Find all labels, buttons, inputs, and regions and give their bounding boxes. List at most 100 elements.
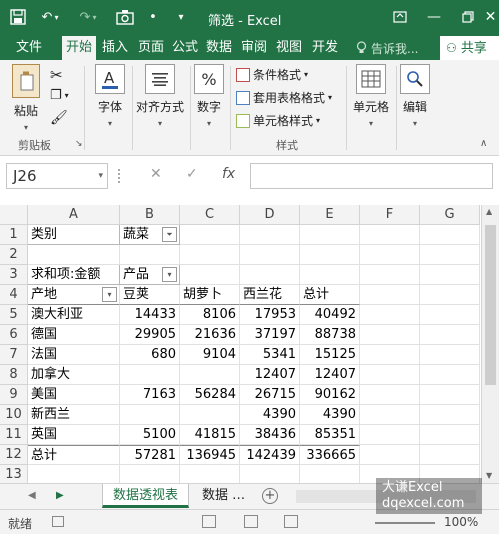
pivot-grand-total-value[interactable]: 57281: [120, 445, 180, 465]
pivot-value[interactable]: 26715: [240, 385, 300, 405]
row-header[interactable]: 11: [0, 425, 28, 445]
report-filter-value[interactable]: 蔬菜 ⏷: [120, 225, 180, 245]
row-header[interactable]: 6: [0, 325, 28, 345]
grid-cell[interactable]: [420, 385, 480, 405]
touch-mode-dot[interactable]: •: [146, 7, 160, 27]
row-header[interactable]: 3: [0, 265, 28, 285]
tab-review[interactable]: 审阅: [238, 36, 270, 60]
grid-cell[interactable]: [420, 405, 480, 425]
formula-bar-grip[interactable]: [118, 169, 120, 183]
pivot-grand-total-value[interactable]: 136945: [180, 445, 240, 465]
column-filter-dropdown-icon[interactable]: ▾: [162, 267, 177, 282]
grid-cell[interactable]: [180, 265, 240, 285]
page-break-view-icon[interactable]: [284, 515, 298, 528]
grid-cell[interactable]: [240, 245, 300, 265]
grid-cell[interactable]: [360, 425, 420, 445]
pivot-value[interactable]: 29905: [120, 325, 180, 345]
pivot-column-header[interactable]: 豆荚: [120, 285, 180, 305]
grid-cell[interactable]: [420, 365, 480, 385]
row-header[interactable]: 2: [0, 245, 28, 265]
grid-cell[interactable]: [420, 445, 480, 465]
name-box[interactable]: J26 ▾: [6, 163, 108, 189]
row-header[interactable]: 8: [0, 365, 28, 385]
column-header[interactable]: E: [300, 205, 360, 225]
grid-cell[interactable]: [420, 325, 480, 345]
grid-cell[interactable]: [420, 245, 480, 265]
dialog-launcher-icon[interactable]: ↘: [75, 139, 83, 149]
pivot-row-label[interactable]: 加拿大: [28, 365, 120, 385]
pivot-value[interactable]: 8106: [180, 305, 240, 325]
row-header[interactable]: 1: [0, 225, 28, 245]
cell-styles-button[interactable]: 单元格样式 ▾: [236, 112, 320, 129]
sheet-tab-pivot[interactable]: 数据透视表: [102, 484, 190, 508]
pivot-values-label[interactable]: 求和项:金额: [28, 265, 120, 285]
row-filter-dropdown-icon[interactable]: ▾: [102, 287, 117, 302]
row-header[interactable]: 12: [0, 445, 28, 465]
pivot-row-label[interactable]: 英国: [28, 425, 120, 445]
scrollbar-thumb[interactable]: [485, 225, 496, 385]
add-sheet-icon[interactable]: +: [262, 488, 278, 504]
column-header[interactable]: A: [28, 205, 120, 225]
grid-cell[interactable]: [420, 265, 480, 285]
conditional-format-button[interactable]: 条件格式 ▾: [236, 66, 308, 83]
pivot-column-header[interactable]: 胡萝卜: [180, 285, 240, 305]
pivot-value[interactable]: 56284: [180, 385, 240, 405]
pivot-value[interactable]: 680: [120, 345, 180, 365]
grid-cell[interactable]: [300, 225, 360, 245]
number-button[interactable]: % 数字 ▾: [192, 64, 226, 129]
scroll-up-icon[interactable]: ▲: [486, 207, 492, 216]
pivot-row-label[interactable]: 澳大利亚: [28, 305, 120, 325]
pivot-value[interactable]: 4390: [240, 405, 300, 425]
scroll-down-icon[interactable]: ▼: [486, 471, 492, 480]
pivot-value[interactable]: 12407: [240, 365, 300, 385]
format-painter-button[interactable]: 🖌: [50, 110, 68, 126]
undo-icon[interactable]: ↶ ▾: [36, 7, 64, 27]
column-header[interactable]: D: [240, 205, 300, 225]
grid-cell[interactable]: [120, 465, 180, 483]
grid-cell[interactable]: [360, 345, 420, 365]
grid-cell[interactable]: [120, 245, 180, 265]
chevron-down-icon[interactable]: ▾: [98, 164, 103, 188]
filter-applied-icon[interactable]: ⏷: [162, 227, 177, 242]
pivot-value[interactable]: 7163: [120, 385, 180, 405]
column-header[interactable]: F: [360, 205, 420, 225]
pivot-value[interactable]: 90162: [300, 385, 360, 405]
minimize-icon[interactable]: —: [422, 6, 446, 28]
camera-icon[interactable]: [114, 7, 136, 27]
grid-cell[interactable]: [180, 245, 240, 265]
grid-cell[interactable]: [360, 285, 420, 305]
pivot-value[interactable]: 88738: [300, 325, 360, 345]
row-header[interactable]: 9: [0, 385, 28, 405]
customize-quick-access-icon[interactable]: ▾: [174, 7, 188, 27]
row-header[interactable]: 10: [0, 405, 28, 425]
pivot-row-label[interactable]: 德国: [28, 325, 120, 345]
grid-cell[interactable]: [300, 465, 360, 483]
vertical-scrollbar[interactable]: ▲ ▼: [481, 205, 499, 483]
pivot-value[interactable]: 37197: [240, 325, 300, 345]
pivot-row-field[interactable]: 产地 ▾: [28, 285, 120, 305]
close-icon[interactable]: ✕: [482, 6, 499, 28]
grid-cell[interactable]: [240, 265, 300, 285]
pivot-value[interactable]: [180, 405, 240, 425]
tab-view[interactable]: 视图: [274, 36, 304, 60]
confirm-icon[interactable]: ✓: [186, 166, 198, 182]
column-header[interactable]: C: [180, 205, 240, 225]
macro-record-icon[interactable]: [52, 516, 64, 527]
grid-cell[interactable]: [420, 305, 480, 325]
grid-cell[interactable]: [28, 465, 120, 483]
cancel-icon[interactable]: ✕: [150, 166, 162, 182]
copy-button[interactable]: ❐ ▾: [50, 88, 69, 103]
insert-function-icon[interactable]: fx: [222, 166, 235, 182]
tab-file[interactable]: 文件: [8, 36, 50, 60]
cells-button[interactable]: 单元格 ▾: [350, 64, 392, 129]
grid-cell[interactable]: [240, 225, 300, 245]
normal-view-icon[interactable]: [202, 515, 216, 528]
grid-cell[interactable]: [360, 405, 420, 425]
tab-data[interactable]: 数据: [204, 36, 234, 60]
pivot-value[interactable]: [180, 365, 240, 385]
pivot-value[interactable]: 12407: [300, 365, 360, 385]
pivot-value[interactable]: 9104: [180, 345, 240, 365]
select-all-corner[interactable]: [0, 205, 28, 225]
tell-me-box[interactable]: 告诉我...: [356, 40, 418, 57]
pivot-row-label[interactable]: 新西兰: [28, 405, 120, 425]
